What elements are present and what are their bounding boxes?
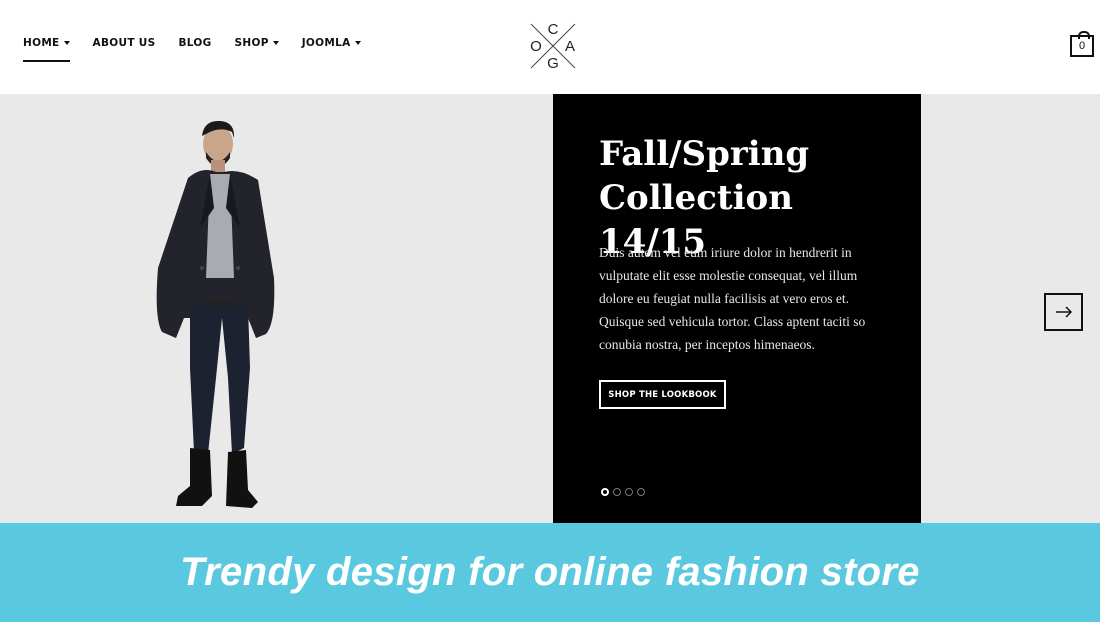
cart-count: 0 (1078, 40, 1086, 52)
nav-item-label: HOME (23, 37, 60, 49)
arrow-right-icon (1055, 306, 1072, 318)
slide-dot-3[interactable] (625, 488, 633, 496)
hero-slider: Fall/Spring Collection 14/15 Duis autem … (0, 94, 1100, 523)
hero-description: Duis autem vel eum iriure dolor in hendr… (599, 245, 866, 352)
logo-mark: C O A G (530, 21, 576, 72)
main-nav: HOME ABOUT US BLOG SHOP JOOMLA (23, 36, 384, 62)
nav-item-label: JOOMLA (301, 37, 351, 49)
slide-dot-2[interactable] (613, 488, 621, 496)
site-logo[interactable]: C O A G (525, 20, 581, 72)
nav-item-about-us[interactable]: ABOUT US (93, 36, 156, 50)
svg-text:O: O (530, 38, 542, 55)
slider-pagination (601, 488, 649, 496)
nav-item-shop[interactable]: SHOP (235, 36, 279, 50)
shopping-bag-icon[interactable]: 0 (1070, 31, 1094, 57)
next-slide-button[interactable] (1044, 293, 1083, 331)
nav-item-label: BLOG (178, 37, 212, 49)
model-photo (156, 120, 275, 508)
svg-text:G: G (547, 55, 559, 72)
hero-content-panel: Fall/Spring Collection 14/15 Duis autem … (553, 94, 921, 523)
nav-item-label: SHOP (234, 37, 269, 49)
caret-down-icon (272, 41, 279, 45)
caret-down-icon (63, 41, 70, 45)
caret-down-icon (354, 41, 361, 45)
banner-text: Trendy design for online fashion store (180, 550, 920, 594)
nav-item-label: ABOUT US (92, 37, 156, 49)
nav-item-home[interactable]: HOME (23, 36, 70, 62)
nav-item-joomla[interactable]: JOOMLA (302, 36, 361, 50)
nav-item-blog[interactable]: BLOG (178, 36, 211, 50)
svg-text:A: A (565, 38, 575, 55)
site-header: HOME ABOUT US BLOG SHOP JOOMLA C O A G 0 (0, 0, 1100, 94)
slide-dot-1[interactable] (601, 488, 609, 496)
shop-the-lookbook-button[interactable]: SHOP THE LOOKBOOK (599, 380, 726, 409)
slide-dot-4[interactable] (637, 488, 645, 496)
svg-text:C: C (548, 21, 559, 38)
promo-banner: Trendy design for online fashion store (0, 523, 1100, 622)
